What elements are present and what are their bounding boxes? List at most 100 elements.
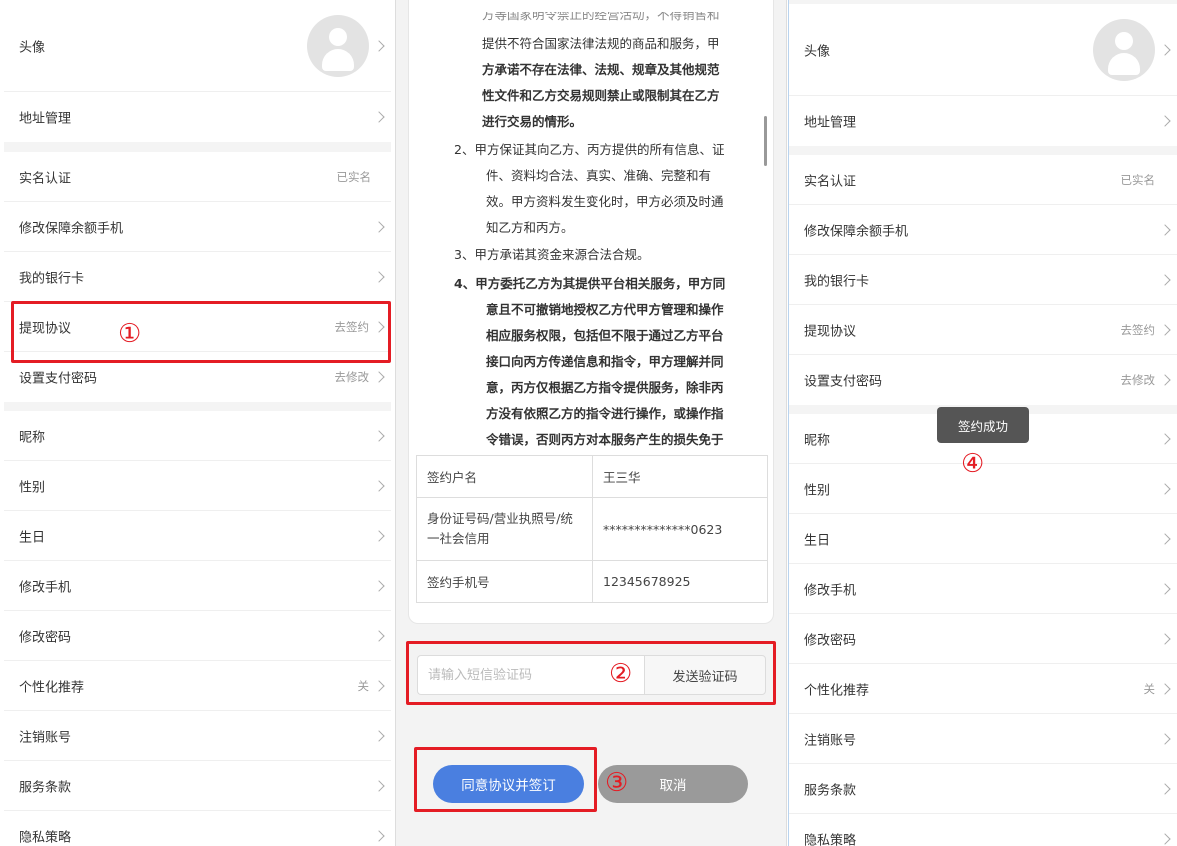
settings-row-privacy[interactable]: 隐私策略 <box>789 814 1177 846</box>
clause-4-line: 令错误，否则丙方对本服务产生的损失免于 <box>486 432 724 446</box>
chevron-right-icon <box>1159 732 1171 745</box>
chevron-right-icon <box>373 679 385 692</box>
clause-4-line: 4、甲方委托乙方为其提供平台相关服务，甲方同 <box>454 276 726 291</box>
settings-row-address[interactable]: 地址管理 <box>4 92 391 142</box>
table-row: 签约手机号 12345678925 <box>416 560 768 603</box>
step-marker-2: ② <box>609 659 633 689</box>
settings-row-avatar[interactable]: 头像 <box>789 4 1177 96</box>
row-label: 生日 <box>19 530 46 545</box>
clause-2-line: 2、甲方保证其向乙方、丙方提供的所有信息、证 <box>454 142 725 157</box>
chevron-right-icon <box>1159 115 1171 127</box>
chevron-right-icon <box>1159 582 1171 595</box>
chevron-right-icon <box>1159 682 1171 695</box>
chevron-right-icon <box>1159 632 1171 645</box>
chevron-right-icon <box>373 429 385 442</box>
row-label: 昵称 <box>804 433 831 448</box>
settings-row-guarantee-phone[interactable]: 修改保障余额手机 <box>4 202 391 252</box>
settings-row-address[interactable]: 地址管理 <box>789 96 1177 146</box>
row-label: 设置支付密码 <box>804 374 883 390</box>
row-label: 修改密码 <box>804 633 857 648</box>
clause-1-tail-line: 方承诺不存在法律、法规、规章及其他规范 <box>482 62 720 77</box>
row-label: 实名认证 <box>19 171 72 186</box>
settings-row-pay-password[interactable]: 设置支付密码 去修改 <box>789 355 1177 405</box>
settings-row-personalized[interactable]: 个性化推荐 关 <box>789 664 1177 714</box>
agreement-text[interactable]: 方等国家明令禁止的经营活动，不得销售和 提供不符合国家法律法规的商品和服务，甲 … <box>409 0 773 446</box>
row-label: 设置支付密码 <box>19 371 98 387</box>
settings-row-change-password[interactable]: 修改密码 <box>789 614 1177 664</box>
avatar-placeholder-icon <box>307 14 369 77</box>
settings-row-realname[interactable]: 实名认证 已实名 <box>789 155 1177 205</box>
settings-group-personal: 昵称 性别 生日 修改手机 修改密码 个性化推荐 关 注销账号 服务条款 隐私策略 <box>4 411 391 846</box>
chevron-right-icon <box>373 729 385 742</box>
chevron-right-icon <box>373 579 385 592</box>
personalized-status: 关 <box>1143 681 1156 696</box>
personalized-status: 关 <box>357 678 370 693</box>
settings-row-terms[interactable]: 服务条款 <box>4 761 391 811</box>
signer-info-table: 签约户名 王三华 身份证号码/营业执照号/统一社会信用 ************… <box>416 455 768 603</box>
settings-row-birthday[interactable]: 生日 <box>789 514 1177 564</box>
settings-row-privacy[interactable]: 隐私策略 <box>4 811 391 846</box>
settings-row-personalized[interactable]: 个性化推荐 关 <box>4 661 391 711</box>
settings-row-delete-account[interactable]: 注销账号 <box>4 711 391 761</box>
row-label: 修改保障余额手机 <box>19 221 124 236</box>
settings-row-change-phone[interactable]: 修改手机 <box>789 564 1177 614</box>
chevron-right-icon <box>373 629 385 642</box>
settings-row-nickname[interactable]: 昵称 <box>4 411 391 461</box>
chevron-right-icon <box>373 830 385 842</box>
chevron-right-icon <box>373 270 385 283</box>
row-label: 服务条款 <box>19 780 72 795</box>
clause-2-line: 知乙方和丙方。 <box>486 220 574 235</box>
settings-row-terms[interactable]: 服务条款 <box>789 764 1177 814</box>
chevron-right-icon <box>1159 482 1171 495</box>
table-cell-label: 签约手机号 <box>416 560 593 603</box>
chevron-right-icon <box>1159 833 1171 845</box>
clause-3: 3、甲方承诺其资金来源合法合规。 <box>454 247 650 262</box>
chevron-right-icon <box>1159 273 1171 286</box>
row-label: 我的银行卡 <box>804 274 870 289</box>
chevron-right-icon <box>1159 43 1171 56</box>
highlight-agree-button <box>414 747 597 812</box>
row-label: 提现协议 <box>804 324 857 339</box>
table-row: 签约户名 王三华 <box>416 455 768 498</box>
row-label: 隐私策略 <box>19 830 72 846</box>
settings-row-change-password[interactable]: 修改密码 <box>4 611 391 661</box>
step-marker-1: ① <box>118 319 142 349</box>
clause-4-line: 接口向丙方传递信息和指令，甲方理解并同 <box>486 354 724 369</box>
highlight-withdraw-agreement <box>11 301 391 363</box>
settings-row-avatar[interactable]: 头像 <box>4 0 391 92</box>
row-label: 修改手机 <box>804 583 857 598</box>
table-cell-value: 12345678925 <box>592 560 768 603</box>
settings-row-gender[interactable]: 性别 <box>4 461 391 511</box>
row-label: 注销账号 <box>804 733 857 748</box>
row-label: 昵称 <box>19 430 46 445</box>
chevron-right-icon <box>373 39 385 52</box>
settings-row-birthday[interactable]: 生日 <box>4 511 391 561</box>
row-label: 隐私策略 <box>804 833 857 846</box>
chevron-right-icon <box>373 220 385 233</box>
clause-4-line: 意且不可撤销地授权乙方代甲方管理和操作 <box>486 302 724 317</box>
settings-row-withdraw-agreement[interactable]: 提现协议 去签约 <box>789 305 1177 355</box>
settings-row-bank-card[interactable]: 我的银行卡 <box>789 255 1177 305</box>
settings-row-bank-card[interactable]: 我的银行卡 <box>4 252 391 302</box>
step-marker-4: ④ <box>961 449 985 479</box>
table-cell-value: **************0623 <box>592 497 768 561</box>
row-label: 头像 <box>19 40 46 55</box>
highlight-sms-code <box>406 641 776 705</box>
chevron-right-icon <box>1159 323 1171 336</box>
clause-1-cutoff-line: 方等国家明令禁止的经营活动，不得销售和 <box>482 7 720 22</box>
settings-row-delete-account[interactable]: 注销账号 <box>789 714 1177 764</box>
row-label: 个性化推荐 <box>19 680 85 695</box>
settings-row-realname[interactable]: 实名认证 已实名 <box>4 152 391 202</box>
pay-password-status: 去修改 <box>1120 373 1156 387</box>
settings-row-change-phone[interactable]: 修改手机 <box>4 561 391 611</box>
settings-row-guarantee-phone[interactable]: 修改保障余额手机 <box>789 205 1177 255</box>
settings-group-account: 实名认证 已实名 修改保障余额手机 我的银行卡 提现协议 去签约 设置支付密码 … <box>4 152 391 402</box>
chevron-right-icon <box>1159 432 1171 445</box>
scrollbar-thumb[interactable] <box>764 116 767 166</box>
chevron-right-icon <box>373 479 385 492</box>
row-label: 个性化推荐 <box>804 683 870 698</box>
row-label: 修改保障余额手机 <box>804 224 909 239</box>
agreement-panel: 方等国家明令禁止的经营活动，不得销售和 提供不符合国家法律法规的商品和服务，甲 … <box>395 0 787 846</box>
chevron-right-icon <box>1159 782 1171 795</box>
settings-group-basic: 头像 地址管理 <box>789 4 1177 146</box>
